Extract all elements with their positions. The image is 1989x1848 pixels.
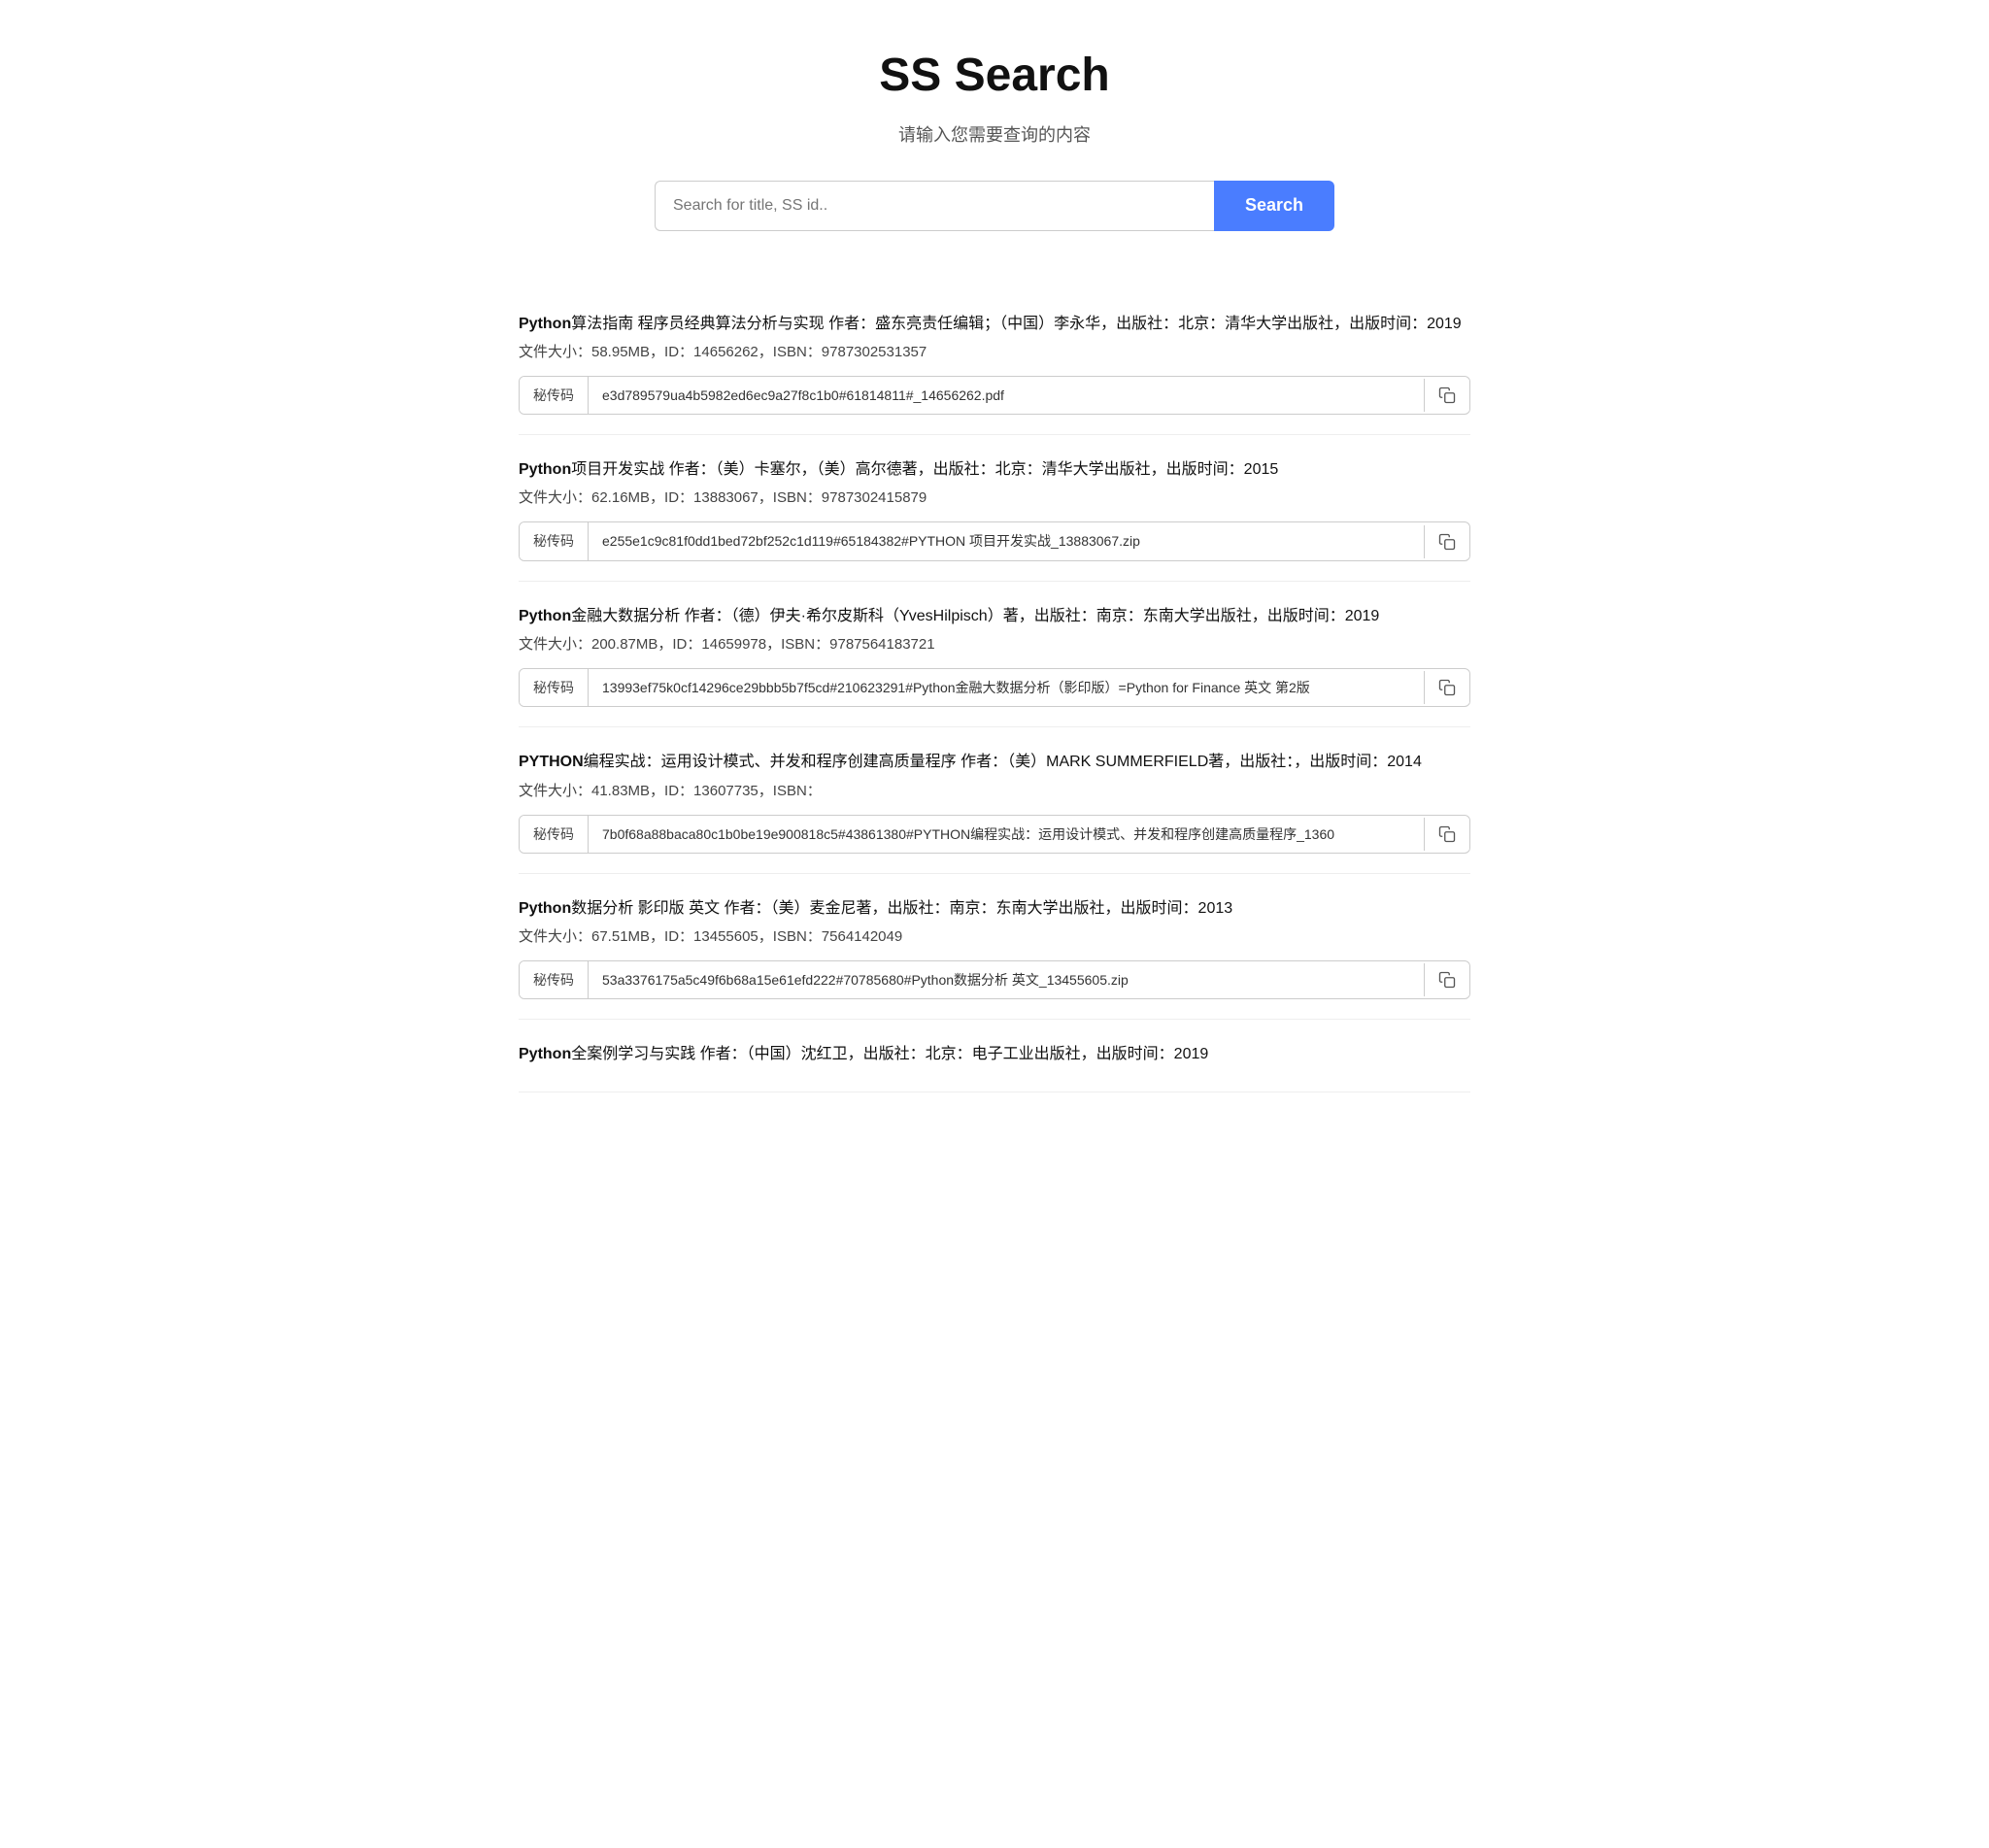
secret-value: 13993ef75k0cf14296ce29bbb5b7f5cd#2106232… <box>589 669 1424 706</box>
copy-icon <box>1438 386 1456 404</box>
title-prefix: Python <box>519 316 571 332</box>
page-title: SS Search <box>519 39 1470 114</box>
secret-label: 秘传码 <box>520 669 589 706</box>
result-title: PYTHON编程实战：运用设计模式、并发和程序创建高质量程序 作者：（美）MAR… <box>519 749 1470 775</box>
search-input[interactable] <box>655 181 1214 231</box>
secret-label: 秘传码 <box>520 816 589 853</box>
copy-button[interactable] <box>1424 963 1469 996</box>
result-title: Python金融大数据分析 作者：（德）伊夫·希尔皮斯科（YvesHilpisc… <box>519 603 1470 629</box>
result-title: Python数据分析 影印版 英文 作者：（美）麦金尼著，出版社：南京：东南大学… <box>519 895 1470 922</box>
secret-value: e255e1c9c81f0dd1bed72bf252c1d119#6518438… <box>589 522 1424 559</box>
copy-button[interactable] <box>1424 818 1469 851</box>
secret-label: 秘传码 <box>520 961 589 998</box>
title-prefix: PYTHON <box>519 754 584 770</box>
table-row: Python数据分析 影印版 英文 作者：（美）麦金尼著，出版社：南京：东南大学… <box>519 874 1470 1021</box>
secret-code-row: 秘传码 7b0f68a88baca80c1b0be19e900818c5#438… <box>519 815 1470 854</box>
secret-value: 7b0f68a88baca80c1b0be19e900818c5#4386138… <box>589 816 1424 853</box>
table-row: Python项目开发实战 作者：（美）卡塞尔，（美）高尔德著，出版社：北京：清华… <box>519 435 1470 582</box>
search-bar: Search <box>655 181 1334 231</box>
page-subtitle: 请输入您需要查询的内容 <box>519 121 1470 150</box>
secret-code-row: 秘传码 e3d789579ua4b5982ed6ec9a27f8c1b0#618… <box>519 376 1470 415</box>
result-meta: 文件大小：62.16MB，ID：13883067，ISBN：9787302415… <box>519 487 1470 510</box>
result-meta: 文件大小：41.83MB，ID：13607735，ISBN： <box>519 780 1470 803</box>
result-meta: 文件大小：67.51MB，ID：13455605，ISBN：7564142049 <box>519 925 1470 949</box>
table-row: Python金融大数据分析 作者：（德）伊夫·希尔皮斯科（YvesHilpisc… <box>519 582 1470 728</box>
title-rest: 数据分析 影印版 英文 作者：（美）麦金尼著，出版社：南京：东南大学出版社，出版… <box>571 900 1232 917</box>
page-header: SS Search 请输入您需要查询的内容 <box>519 39 1470 150</box>
title-rest: 项目开发实战 作者：（美）卡塞尔，（美）高尔德著，出版社：北京：清华大学出版社，… <box>571 461 1278 478</box>
secret-value: e3d789579ua4b5982ed6ec9a27f8c1b0#6181481… <box>589 377 1424 414</box>
title-rest: 算法指南 程序员经典算法分析与实现 作者：盛东亮责任编辑；（中国）李永华，出版社… <box>571 316 1462 332</box>
title-prefix: Python <box>519 900 571 917</box>
result-meta: 文件大小：58.95MB，ID：14656262，ISBN：9787302531… <box>519 341 1470 364</box>
result-title: Python算法指南 程序员经典算法分析与实现 作者：盛东亮责任编辑；（中国）李… <box>519 311 1470 337</box>
title-prefix: Python <box>519 461 571 478</box>
table-row: Python算法指南 程序员经典算法分析与实现 作者：盛东亮责任编辑；（中国）李… <box>519 289 1470 436</box>
secret-code-row: 秘传码 53a3376175a5c49f6b68a15e61efd222#707… <box>519 960 1470 999</box>
copy-icon <box>1438 971 1456 989</box>
secret-label: 秘传码 <box>520 522 589 559</box>
copy-button[interactable] <box>1424 671 1469 704</box>
secret-code-row: 秘传码 13993ef75k0cf14296ce29bbb5b7f5cd#210… <box>519 668 1470 707</box>
copy-button[interactable] <box>1424 379 1469 412</box>
result-title: Python全案例学习与实践 作者：（中国）沈红卫，出版社：北京：电子工业出版社… <box>519 1041 1470 1067</box>
result-meta: 文件大小：200.87MB，ID：14659978，ISBN：978756418… <box>519 633 1470 656</box>
secret-label: 秘传码 <box>520 377 589 414</box>
copy-button[interactable] <box>1424 525 1469 558</box>
table-row: PYTHON编程实战：运用设计模式、并发和程序创建高质量程序 作者：（美）MAR… <box>519 727 1470 874</box>
copy-icon <box>1438 825 1456 843</box>
title-rest: 全案例学习与实践 作者：（中国）沈红卫，出版社：北京：电子工业出版社，出版时间：… <box>571 1046 1208 1062</box>
title-prefix: Python <box>519 608 571 624</box>
title-rest: 金融大数据分析 作者：（德）伊夫·希尔皮斯科（YvesHilpisch）著，出版… <box>571 608 1379 624</box>
title-prefix: Python <box>519 1046 571 1062</box>
table-row: Python全案例学习与实践 作者：（中国）沈红卫，出版社：北京：电子工业出版社… <box>519 1020 1470 1092</box>
copy-icon <box>1438 533 1456 551</box>
results-list: Python算法指南 程序员经典算法分析与实现 作者：盛东亮责任编辑；（中国）李… <box>519 289 1470 1092</box>
copy-icon <box>1438 679 1456 696</box>
secret-value: 53a3376175a5c49f6b68a15e61efd222#7078568… <box>589 961 1424 998</box>
secret-code-row: 秘传码 e255e1c9c81f0dd1bed72bf252c1d119#651… <box>519 521 1470 560</box>
result-title: Python项目开发实战 作者：（美）卡塞尔，（美）高尔德著，出版社：北京：清华… <box>519 456 1470 483</box>
search-button[interactable]: Search <box>1214 181 1334 231</box>
title-rest: 编程实战：运用设计模式、并发和程序创建高质量程序 作者：（美）MARK SUMM… <box>584 754 1422 770</box>
